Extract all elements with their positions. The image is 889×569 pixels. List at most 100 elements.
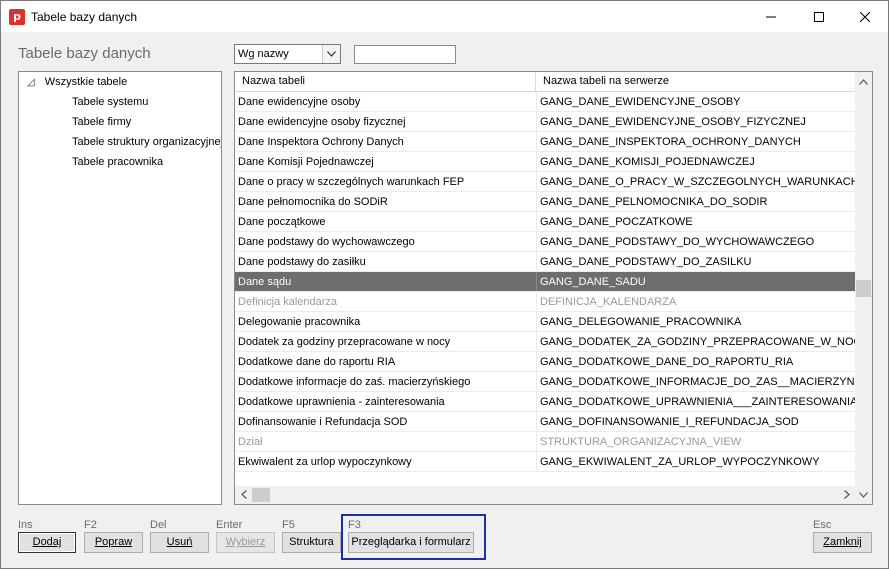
server-name-cell: GANG_DODATKOWE_INFORMACJE_DO_ZAS__MACIER…	[536, 372, 855, 391]
server-name-cell: GANG_DELEGOWANIE_PRACOWNIKA	[536, 312, 855, 331]
table-name-cell: Ekwiwalent za urlop wypoczynkowy	[238, 456, 412, 468]
close-icon	[860, 11, 870, 22]
table-row[interactable]: Dodatkowe informacje do zaś. macierzyńsk…	[235, 372, 855, 392]
table-row[interactable]: Dane ewidencyjne osoby GANG_DANE_EWIDENCY…	[235, 92, 855, 112]
server-name-cell: GANG_DODATKOWE_DANE_DO_RAPORTU_RIA	[536, 352, 855, 371]
shortcut-f5: F5	[282, 519, 295, 531]
main-window: p Tabele bazy danych Tabele bazy danych …	[0, 0, 889, 569]
chevron-left-icon	[240, 490, 247, 499]
table-row[interactable]: Dofinansowanie i Refundacja SOD GANG_DOFI…	[235, 412, 855, 432]
table-name-cell: Dane Komisji Pojednawczej	[238, 156, 374, 168]
edit-button-label: Popraw	[94, 536, 133, 548]
shortcut-enter: Enter	[216, 519, 243, 531]
server-name-cell: GANG_DANE_POCZATKOWE	[536, 212, 855, 231]
table-row[interactable]: Dane początkowe GANG_DANE_POCZATKOWE	[235, 212, 855, 232]
scroll-down-arrow[interactable]	[855, 486, 872, 503]
table-row[interactable]: Dane o pracy w szczególnych warunkach FE…	[235, 172, 855, 192]
browser-form-button-label: Przeglądarka i formularz	[351, 536, 471, 548]
structure-button-label: Struktura	[289, 536, 334, 548]
sort-combobox[interactable]: Wg nazwy	[234, 44, 341, 64]
table-name-cell: Dane o pracy w szczególnych warunkach FE…	[238, 176, 465, 188]
table-row[interactable]: Dodatkowe dane do raportu RIA GANG_DODATK…	[235, 352, 855, 372]
server-name-cell: GANG_DANE_PODSTAWY_DO_ZASILKU	[536, 252, 855, 271]
select-button[interactable]: Wybierz	[216, 532, 275, 553]
table-row[interactable]: Ekwiwalent za urlop wypoczynkowy GANG_EKW…	[235, 452, 855, 472]
maximize-button[interactable]	[796, 1, 842, 32]
table-name-cell: Dane podstawy do wychowawczego	[238, 236, 415, 248]
close-button[interactable]	[842, 1, 888, 32]
tree-item-all-tables[interactable]: ◿ Wszystkie tabele	[27, 76, 127, 88]
select-button-label: Wybierz	[225, 536, 266, 548]
table-row[interactable]: Dane podstawy do zasiłku GANG_DANE_PODSTA…	[235, 252, 855, 272]
tree-item-employee-tables[interactable]: Tabele pracownika	[72, 156, 163, 168]
table-row[interactable]: Dane Inspektora Ochrony Danych GANG_DANE_…	[235, 132, 855, 152]
server-name-cell: GANG_DANE_PODSTAWY_DO_WYCHOWAWCZEGO	[536, 232, 855, 251]
server-name-cell: GANG_DANE_KOMISJI_POJEDNAWCZEJ	[536, 152, 855, 171]
column-header-table-name[interactable]: Nazwa tabeli	[235, 72, 535, 92]
delete-button[interactable]: Usuń	[150, 532, 209, 553]
table-row[interactable]: Dane ewidencyjne osoby fizycznej GANG_DAN…	[235, 112, 855, 132]
tables-grid[interactable]: Nazwa tabeli Nazwa tabeli na serwerze Da…	[234, 71, 873, 505]
shortcut-ins: Ins	[18, 519, 33, 531]
horizontal-scroll-thumb[interactable]	[252, 488, 270, 502]
vertical-scrollbar[interactable]	[855, 72, 872, 486]
scroll-up-arrow[interactable]	[855, 73, 872, 90]
maximize-icon	[814, 11, 824, 22]
table-row[interactable]: Dane pełnomocnika do SODiR GANG_DANE_PELN…	[235, 192, 855, 212]
tree-item-org-structure-tables[interactable]: Tabele struktury organizacyjnej	[72, 136, 221, 148]
add-button-label: Dodaj	[32, 536, 62, 548]
server-name-cell: GANG_DANE_SADU	[536, 272, 855, 291]
shortcut-del: Del	[150, 519, 167, 531]
browser-form-button[interactable]: Przeglądarka i formularz	[348, 532, 474, 553]
table-category-tree[interactable]: ◿ Wszystkie tabele Tabele systemu Tabele…	[18, 71, 222, 505]
server-name-cell: GANG_DANE_PELNOMOCNIKA_DO_SODIR	[536, 192, 855, 211]
table-row[interactable]: Dodatkowe uprawnienia - zainteresowania G…	[235, 392, 855, 412]
shortcut-f3: F3	[348, 519, 361, 531]
tree-item-system-tables[interactable]: Tabele systemu	[72, 96, 148, 108]
vertical-scroll-thumb[interactable]	[856, 280, 871, 297]
table-row[interactable]: Dane sądu GANG_DANE_SADU	[235, 272, 855, 292]
sort-combobox-value: Wg nazwy	[238, 48, 289, 60]
chevron-down-icon	[327, 51, 336, 57]
scroll-right-arrow[interactable]	[838, 486, 855, 503]
server-name-cell: GANG_EKWIWALENT_ZA_URLOP_WYPOCZYNKOWY	[536, 452, 855, 471]
table-name-cell: Dane pełnomocnika do SODiR	[238, 196, 388, 208]
search-input[interactable]	[354, 45, 456, 64]
horizontal-scrollbar[interactable]	[235, 486, 855, 504]
table-row[interactable]: Definicja kalendarza DEFINICJA_KALENDARZA	[235, 292, 855, 312]
table-name-cell: Dodatkowe dane do raportu RIA	[238, 356, 396, 368]
expand-arrow-icon[interactable]: ◿	[27, 77, 35, 88]
delete-button-label: Usuń	[166, 536, 193, 548]
add-button[interactable]: Dodaj	[18, 532, 76, 553]
column-header-server-name[interactable]: Nazwa tabeli na serwerze	[535, 72, 855, 92]
window-title: Tabele bazy danych	[31, 9, 138, 24]
close-dialog-button[interactable]: Zamknij	[813, 532, 872, 553]
edit-button[interactable]: Popraw	[84, 532, 143, 553]
server-name-cell: DEFINICJA_KALENDARZA	[536, 292, 855, 311]
grid-header: Nazwa tabeli Nazwa tabeli na serwerze	[235, 72, 855, 92]
table-row[interactable]: Dodatek za godziny przepracowane w nocy G…	[235, 332, 855, 352]
table-row[interactable]: Delegowanie pracownika GANG_DELEGOWANIE_P…	[235, 312, 855, 332]
tree-item-company-tables[interactable]: Tabele firmy	[72, 116, 131, 128]
chevron-up-icon	[859, 78, 868, 85]
table-name-cell: Dodatek za godziny przepracowane w nocy	[238, 336, 451, 348]
table-name-cell: Dział	[238, 436, 263, 448]
table-row[interactable]: Dane Komisji Pojednawczej GANG_DANE_KOMIS…	[235, 152, 855, 172]
table-name-cell: Dane Inspektora Ochrony Danych	[238, 136, 404, 148]
table-name-cell: Dane sądu	[238, 276, 292, 288]
scroll-left-arrow[interactable]	[235, 486, 252, 503]
server-name-cell: GANG_DODATEK_ZA_GODZINY_PRZEPRACOWANE_W_…	[536, 332, 855, 351]
table-name-cell: Definicja kalendarza	[238, 296, 338, 308]
table-name-cell: Dane ewidencyjne osoby fizycznej	[238, 116, 406, 128]
chevron-right-icon	[843, 490, 850, 499]
close-dialog-button-label: Zamknij	[823, 536, 862, 548]
table-row[interactable]: Dział STRUKTURA_ORGANIZACYJNA_VIEW	[235, 432, 855, 452]
chevron-down-icon	[859, 491, 868, 498]
minimize-button[interactable]	[748, 1, 794, 32]
server-name-cell: GANG_DANE_EWIDENCYJNE_OSOBY_FIZYCZNEJ	[536, 112, 855, 131]
structure-button[interactable]: Struktura	[282, 532, 341, 553]
server-name-cell: GANG_DANE_INSPEKTORA_OCHRONY_DANYCH	[536, 132, 855, 151]
sort-combobox-button[interactable]	[322, 45, 340, 63]
table-row[interactable]: Dane podstawy do wychowawczego GANG_DANE_…	[235, 232, 855, 252]
title-bar: p Tabele bazy danych	[1, 1, 888, 32]
